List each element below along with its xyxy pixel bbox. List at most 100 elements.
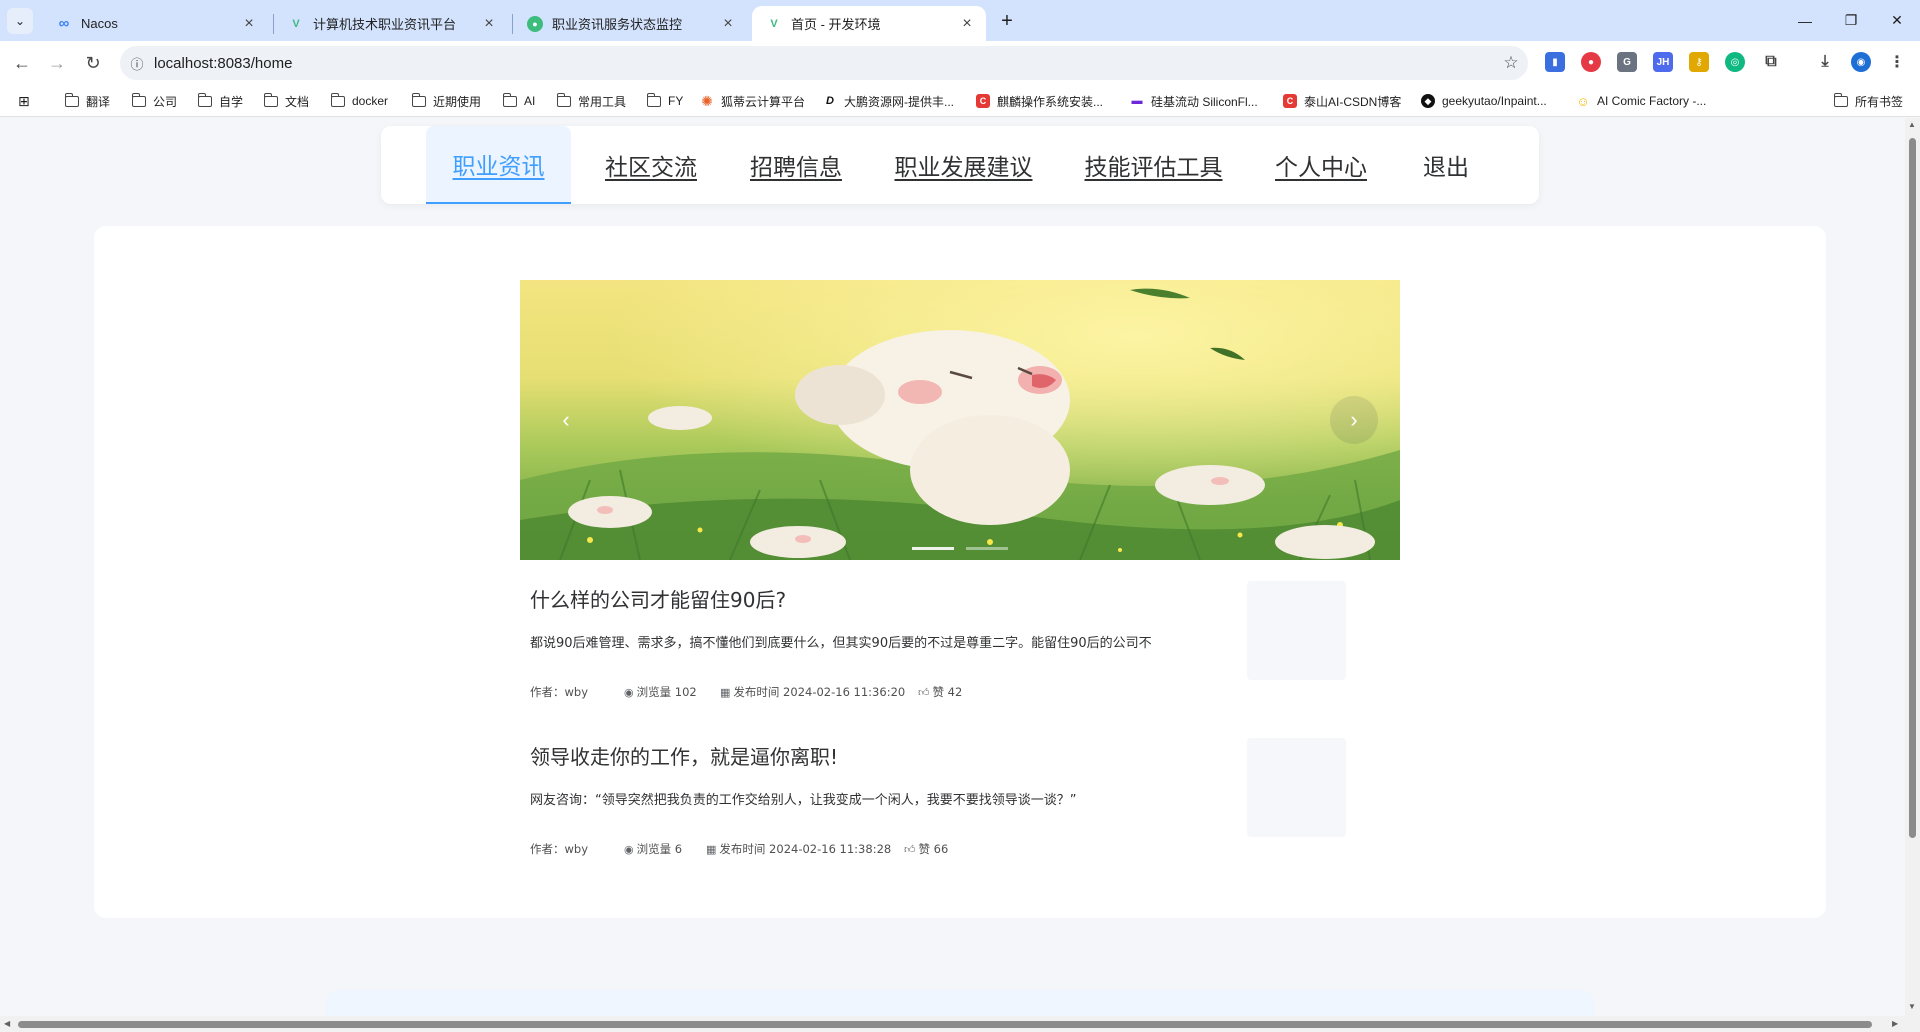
nav-item-profile[interactable]: 个人中心 bbox=[1256, 126, 1386, 204]
carousel-indicator[interactable] bbox=[912, 547, 954, 550]
article-date: ▦ 发布时间 2024-02-16 11:38:28 bbox=[706, 841, 904, 857]
article-title[interactable]: 什么样的公司才能留住90后? bbox=[530, 584, 786, 613]
bookmark-label: 麒麟操作系统安装... bbox=[997, 94, 1104, 109]
bookmark-label: 翻译 bbox=[86, 94, 111, 109]
tab-search-button[interactable]: ⌄ bbox=[7, 8, 33, 34]
forward-button[interactable]: → bbox=[43, 49, 71, 77]
apps-button[interactable]: ⊞ bbox=[18, 85, 30, 117]
tab-nacos[interactable]: ∞ Nacos × bbox=[42, 6, 268, 41]
bookmark-folder[interactable]: 常用工具 bbox=[556, 85, 626, 117]
nav-item-logout[interactable]: 退出 bbox=[1401, 126, 1491, 204]
bookmark-folder[interactable]: docker bbox=[330, 85, 388, 117]
bookmark-folder[interactable]: FY bbox=[646, 85, 683, 117]
close-icon[interactable]: × bbox=[958, 15, 976, 33]
bookmark-folder[interactable]: AI bbox=[502, 85, 535, 117]
close-icon[interactable]: × bbox=[240, 15, 258, 33]
reload-icon: ↻ bbox=[85, 52, 101, 73]
reload-button[interactable]: ↻ bbox=[79, 49, 107, 77]
bookmark-site[interactable]: ✺ 狐蒂云计算平台 bbox=[699, 85, 805, 117]
bookmark-label: 泰山AI-CSDN博客 bbox=[1304, 94, 1402, 109]
banner-image bbox=[520, 280, 1400, 560]
eye-icon: ◉ bbox=[624, 685, 634, 699]
bookmark-label: 常用工具 bbox=[578, 94, 627, 109]
article-thumbnail[interactable] bbox=[1247, 738, 1346, 837]
tab-platform[interactable]: V 计算机技术职业资讯平台 × bbox=[274, 6, 508, 41]
extensions-puzzle-icon[interactable]: ⧉ bbox=[1761, 52, 1781, 72]
article-views: ◉ 浏览量 102 bbox=[624, 684, 720, 700]
address-bar[interactable]: ⓘ localhost:8083/home ☆ bbox=[120, 46, 1528, 80]
bookmark-site[interactable]: ☺ AI Comic Factory -... bbox=[1575, 85, 1706, 117]
scroll-down-icon[interactable]: ▼ bbox=[1908, 1002, 1916, 1011]
scroll-right-icon[interactable]: ▶ bbox=[1892, 1019, 1898, 1028]
back-button[interactable]: ← bbox=[8, 49, 36, 77]
bookmark-label: geekyutao/Inpaint... bbox=[1442, 94, 1547, 108]
nav-label: 职业资讯 bbox=[452, 154, 545, 180]
extension-chart-icon[interactable]: ▮ bbox=[1545, 52, 1565, 72]
csdn-icon: C bbox=[1282, 94, 1298, 108]
extension-chatgpt-icon[interactable]: ◎ bbox=[1725, 52, 1745, 72]
extension-jh-icon[interactable]: JH bbox=[1653, 52, 1673, 72]
bookmark-site[interactable]: ▬ 硅基流动 SiliconFl... bbox=[1129, 85, 1258, 117]
horizontal-scrollbar[interactable]: ◀ ▶ bbox=[0, 1016, 1905, 1032]
folder-icon bbox=[502, 92, 518, 108]
vertical-scrollbar[interactable]: ▲ ▼ bbox=[1905, 118, 1920, 1032]
siliconflow-icon: ▬ bbox=[1131, 95, 1143, 107]
close-icon[interactable]: × bbox=[719, 15, 737, 33]
menu-kebab-icon[interactable]: ⋮ bbox=[1887, 52, 1907, 72]
article-thumbnail[interactable] bbox=[1247, 581, 1346, 680]
profile-avatar-icon[interactable]: ◉ bbox=[1851, 52, 1871, 72]
extension-shield-icon[interactable]: ● bbox=[1581, 52, 1601, 72]
bookmark-folder[interactable]: 公司 bbox=[131, 85, 177, 117]
close-icon[interactable]: × bbox=[480, 15, 498, 33]
bookmark-label: docker bbox=[352, 94, 389, 108]
vue-icon: V bbox=[292, 17, 300, 30]
nav-label: 招聘信息 bbox=[750, 155, 842, 181]
carousel-next-button[interactable]: › bbox=[1330, 396, 1378, 444]
carousel-prev-button[interactable]: ‹ bbox=[542, 396, 590, 444]
url-text[interactable]: localhost:8083/home bbox=[154, 55, 1494, 72]
nav-item-career-news[interactable]: 职业资讯 bbox=[426, 126, 571, 204]
minimize-button[interactable]: — bbox=[1782, 0, 1828, 41]
nav-item-recruitment[interactable]: 招聘信息 bbox=[731, 126, 861, 204]
folder-icon bbox=[131, 92, 147, 108]
bookmark-site[interactable]: D 大鹏资源网-提供丰... bbox=[822, 85, 954, 117]
carousel-indicator[interactable] bbox=[966, 547, 1008, 550]
tab-monitor[interactable]: ● 职业资讯服务状态监控 × bbox=[513, 6, 747, 41]
scrollbar-thumb[interactable] bbox=[18, 1021, 1872, 1028]
bookmark-label: 硅基流动 SiliconFl... bbox=[1151, 94, 1258, 109]
bookmarks-bar: ⊞ 翻译 公司 自学 文档 docker 近期使用 AI 常用工具 FY ✺ 狐蒂… bbox=[0, 85, 1920, 117]
close-window-button[interactable]: ✕ bbox=[1874, 0, 1920, 41]
scroll-left-icon[interactable]: ◀ bbox=[4, 1019, 10, 1028]
download-icon[interactable]: ⤓ bbox=[1815, 52, 1835, 72]
bookmark-site[interactable]: C 泰山AI-CSDN博客 bbox=[1282, 85, 1401, 117]
bookmark-label: 近期使用 bbox=[433, 94, 482, 109]
bookmark-folder[interactable]: 近期使用 bbox=[411, 85, 481, 117]
bookmark-star-icon[interactable]: ☆ bbox=[1494, 53, 1528, 73]
bookmark-site[interactable]: C 麒麟操作系统安装... bbox=[975, 85, 1103, 117]
scroll-up-icon[interactable]: ▲ bbox=[1908, 120, 1916, 129]
thumbs-up-icon: 👍︎ bbox=[904, 842, 916, 856]
bookmark-folder[interactable]: 翻译 bbox=[64, 85, 110, 117]
restore-button[interactable]: ❐ bbox=[1828, 0, 1874, 41]
bookmark-label: AI bbox=[524, 94, 536, 108]
extension-key-icon[interactable]: ⚷ bbox=[1689, 52, 1709, 72]
new-tab-button[interactable]: + bbox=[994, 8, 1020, 34]
nav-item-career-advice[interactable]: 职业发展建议 bbox=[876, 126, 1051, 204]
tab-home-dev[interactable]: V 首页 - 开发环境 × bbox=[752, 6, 986, 41]
bookmark-label: FY bbox=[668, 94, 684, 108]
bookmark-label: 狐蒂云计算平台 bbox=[721, 94, 806, 109]
all-bookmarks-button[interactable]: 所有书签 bbox=[1833, 85, 1903, 117]
nav-item-community[interactable]: 社区交流 bbox=[586, 126, 716, 204]
site-info-icon[interactable]: ⓘ bbox=[120, 54, 154, 73]
bookmark-site[interactable]: ◆ geekyutao/Inpaint... bbox=[1420, 85, 1547, 117]
bookmark-folder[interactable]: 文档 bbox=[263, 85, 309, 117]
bookmark-folder[interactable]: 自学 bbox=[197, 85, 243, 117]
folder-icon bbox=[646, 92, 662, 108]
article-title[interactable]: 领导收走你的工作，就是逼你离职! bbox=[530, 741, 838, 770]
nav-item-skill-assessment[interactable]: 技能评估工具 bbox=[1066, 126, 1241, 204]
banner-carousel[interactable]: ‹ › bbox=[520, 280, 1400, 560]
extension-translate-icon[interactable]: G bbox=[1617, 52, 1637, 72]
infinity-icon: ∞ bbox=[58, 15, 70, 32]
chevron-left-icon: ‹ bbox=[562, 407, 570, 432]
scrollbar-thumb[interactable] bbox=[1909, 138, 1916, 838]
